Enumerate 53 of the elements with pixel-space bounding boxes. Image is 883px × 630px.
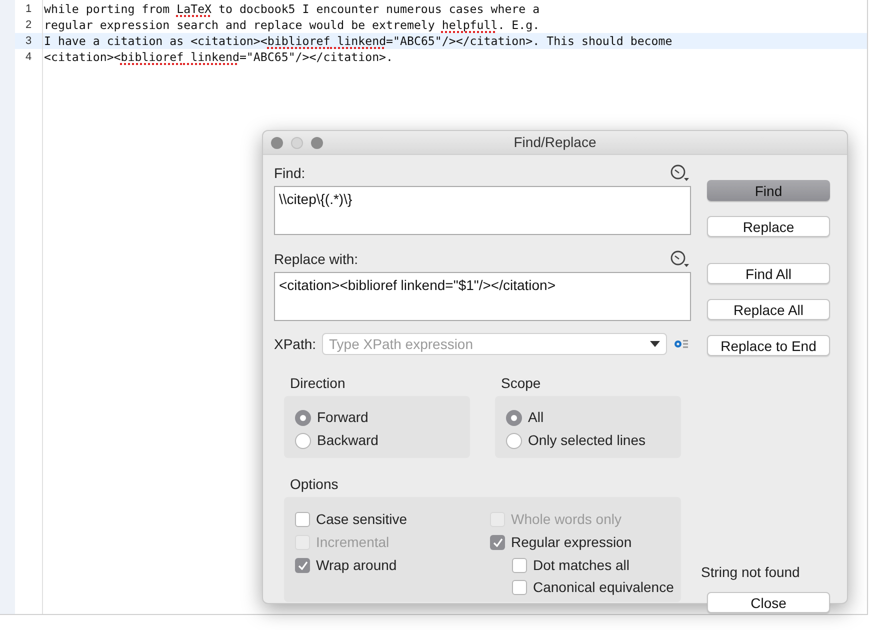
dialog-button[interactable]: Find All <box>707 263 830 284</box>
checkbox[interactable] <box>512 580 527 594</box>
group-title: Scope <box>501 374 542 393</box>
checkbox[interactable] <box>490 535 505 550</box>
radio-button[interactable] <box>506 432 522 448</box>
dialog-button[interactable]: Replace to End <box>707 335 830 356</box>
line-number: 2 <box>25 19 32 31</box>
radio-label: Forward <box>317 408 368 427</box>
history-icon[interactable] <box>670 164 690 182</box>
radio-button[interactable] <box>295 410 311 426</box>
dropdown-arrow-icon <box>650 341 660 347</box>
radio-label: Only selected lines <box>528 431 646 450</box>
settings-icon[interactable] <box>673 339 690 349</box>
checkbox[interactable] <box>512 558 527 572</box>
zoom-window-icon[interactable] <box>311 136 323 148</box>
xpath-dropdown[interactable]: Type XPath expression <box>322 333 668 355</box>
checkbox-label: Whole words only <box>511 510 622 529</box>
checkbox-label: Canonical equivalence <box>533 578 674 597</box>
history-icon[interactable] <box>670 250 690 268</box>
code-line: regular expression search and replace would be extremely helpfull. E.g. <box>44 18 540 32</box>
checkbox-label: Regular expression <box>511 533 632 552</box>
dialog-button[interactable]: Find <box>707 180 830 201</box>
code-line: <citation><biblioref linkend="ABC65"/></citation>. <box>44 50 394 64</box>
field-label: XPath: <box>274 334 316 354</box>
field-label: Find: <box>274 164 306 182</box>
checkbox[interactable] <box>295 512 310 527</box>
field-label: Replace with: <box>274 250 358 269</box>
line-number: 3 <box>25 35 32 47</box>
checkbox-label: Case sensitive <box>316 510 408 529</box>
group-title: Options <box>290 475 340 494</box>
checkbox-label: Dot matches all <box>533 556 630 574</box>
close-window-icon[interactable] <box>271 136 283 148</box>
minimize-window-icon[interactable] <box>291 136 303 148</box>
checkbox-label: Wrap around <box>316 556 397 575</box>
radio-button[interactable] <box>295 432 311 448</box>
dialog-button[interactable]: Replace All <box>707 299 830 320</box>
input-field[interactable]: \\citep\{(.*)\} <box>274 186 691 235</box>
line-number: 1 <box>25 3 32 15</box>
window-title: Find/Replace <box>514 134 596 150</box>
radio-button[interactable] <box>506 410 522 426</box>
dialog-button[interactable]: Replace <box>707 216 830 237</box>
checkbox-label: Incremental <box>316 533 390 552</box>
radio-label: All <box>528 408 544 427</box>
line-number: 4 <box>25 51 32 63</box>
code-line: I have a citation as <citation><biblioref linkend="ABC65"/></citation>. This should become <box>44 34 672 48</box>
group-title: Direction <box>290 374 346 393</box>
code-line: while porting from LaTeX to docbook5 I encounter numerous cases where a <box>44 2 540 16</box>
close-button[interactable]: Close <box>707 592 830 613</box>
radio-label: Backward <box>317 431 378 450</box>
xpath-field[interactable]: Type XPath expression <box>329 334 630 354</box>
status-message: String not found <box>701 563 801 582</box>
input-field[interactable]: <citation><biblioref linkend="$1"/></citation> <box>274 272 691 321</box>
checkbox[interactable] <box>295 558 310 573</box>
